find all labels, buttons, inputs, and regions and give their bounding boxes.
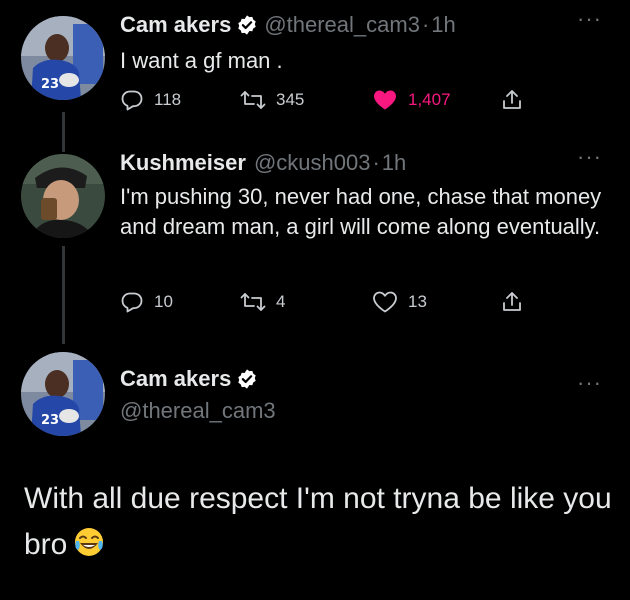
share-icon (503, 90, 521, 109)
retweet-count: 4 (276, 292, 286, 311)
retweet-button[interactable]: 345 (240, 88, 304, 112)
share-button[interactable] (500, 290, 534, 314)
like-count: 13 (408, 292, 427, 311)
tweet-1[interactable]: 23 Cam akers @thereal_cam3 · 1h ··· I wa… (0, 0, 630, 140)
svg-text:23: 23 (41, 413, 59, 428)
share-button[interactable] (500, 88, 534, 112)
avatar-image: 23 (21, 352, 105, 436)
reply-button[interactable]: 10 (120, 290, 173, 314)
like-button[interactable]: 13 (372, 290, 427, 314)
laughing-emoji-icon (73, 526, 105, 572)
like-button[interactable]: 1,407 (372, 88, 451, 112)
retweet-icon (240, 293, 266, 311)
verified-badge-icon (238, 369, 257, 389)
tweet-text-large: With all due respect I'm not tryna be li… (24, 476, 614, 572)
reply-button[interactable]: 118 (120, 88, 181, 112)
tweet-header: Kushmeiser @ckush003 · 1h (120, 148, 406, 178)
avatar[interactable] (21, 154, 105, 238)
reply-icon (121, 292, 143, 313)
more-icon[interactable]: ··· (577, 144, 602, 170)
tweet-text: I want a gf man . (120, 48, 283, 73)
tweet-3-focused[interactable]: 23 Cam akers @thereal_cam3 ··· With all … (0, 350, 630, 600)
display-name[interactable]: Cam akers (120, 366, 231, 392)
handle[interactable]: @thereal_cam3 (120, 398, 276, 424)
tweet-2[interactable]: Kushmeiser @ckush003 · 1h ··· I'm pushin… (0, 140, 630, 350)
timestamp[interactable]: 1h (382, 150, 406, 176)
like-icon (374, 90, 396, 110)
tweet-header: Cam akers @thereal_cam3 · 1h (120, 10, 456, 40)
reply-count: 10 (154, 292, 173, 311)
separator: · (372, 150, 380, 175)
avatar[interactable]: 23 (21, 16, 105, 100)
verified-badge-icon (238, 15, 257, 35)
tweet-text: With all due respect I'm not tryna be li… (24, 482, 612, 561)
tweet-header: Cam akers (120, 364, 264, 394)
retweet-button[interactable]: 4 (240, 290, 285, 314)
like-icon (373, 291, 397, 313)
svg-text:23: 23 (41, 77, 59, 92)
handle[interactable]: @thereal_cam3 (264, 12, 420, 38)
avatar[interactable]: 23 (21, 352, 105, 436)
avatar-image (21, 154, 105, 238)
like-count: 1,407 (408, 90, 451, 109)
handle[interactable]: @ckush003 (254, 150, 371, 176)
reply-icon (121, 90, 143, 111)
more-icon[interactable]: ··· (577, 370, 602, 396)
separator: · (421, 12, 430, 37)
tweet-text: I'm pushing 30, never had one, chase tha… (120, 184, 602, 239)
retweet-icon (240, 91, 266, 109)
display-name[interactable]: Kushmeiser (120, 150, 246, 176)
handle-row: @thereal_cam3 (120, 396, 276, 426)
reply-count: 118 (154, 90, 182, 109)
display-name[interactable]: Cam akers (120, 12, 231, 38)
action-bar: 118 345 1,407 (120, 88, 540, 116)
retweet-count: 345 (276, 90, 305, 109)
action-bar: 10 4 13 (120, 290, 540, 318)
timestamp[interactable]: 1h (431, 12, 455, 38)
avatar-image: 23 (21, 16, 105, 100)
share-icon (503, 292, 521, 311)
more-icon[interactable]: ··· (577, 6, 602, 32)
